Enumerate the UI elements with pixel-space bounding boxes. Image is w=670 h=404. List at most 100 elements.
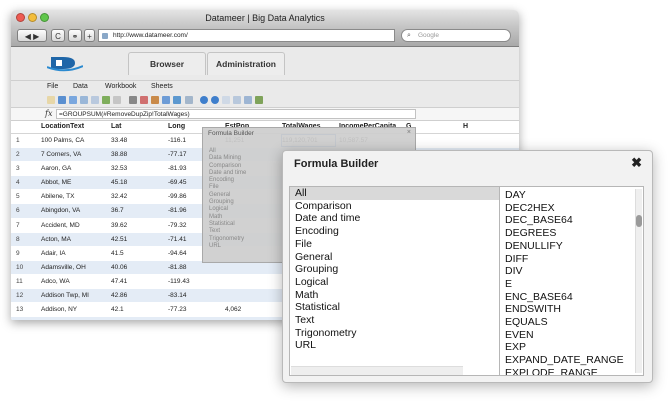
search-field[interactable]: ⌕ Google — [401, 29, 511, 42]
table-cell[interactable]: 32.53 — [111, 162, 127, 175]
table-cell[interactable]: Aaron, GA — [41, 162, 71, 175]
function-item[interactable]: E — [500, 278, 643, 291]
url-bar[interactable]: http://www.datameer.com/ — [98, 29, 395, 42]
table-cell[interactable]: 39.62 — [111, 219, 127, 232]
table-cell[interactable]: -69.45 — [168, 176, 186, 189]
column-header[interactable]: LocationText — [41, 121, 84, 133]
table-cell[interactable]: Abbot, ME — [41, 176, 71, 189]
details-icon[interactable] — [233, 96, 241, 104]
function-item[interactable]: DENULLIFY — [500, 240, 643, 253]
menu-sheets[interactable]: Sheets — [151, 81, 173, 93]
function-item[interactable]: DIFF — [500, 253, 643, 266]
category-item[interactable]: File — [290, 238, 500, 251]
close-icon[interactable]: ✖ — [631, 155, 642, 171]
category-item[interactable]: Encoding — [290, 225, 500, 238]
table-cell[interactable]: Accident, MD — [41, 219, 80, 232]
table-cell[interactable]: -116.1 — [168, 134, 186, 147]
filter-icon[interactable] — [129, 96, 137, 104]
table-cell[interactable]: 100 Palms, CA — [41, 134, 84, 147]
table-cell[interactable]: 33.48 — [111, 134, 127, 147]
menu-file[interactable]: File — [47, 81, 58, 93]
bookmark-button[interactable]: ⚭ — [68, 29, 82, 42]
table-cell[interactable]: -77.17 — [168, 148, 186, 161]
union-icon[interactable] — [185, 96, 193, 104]
info-icon[interactable] — [200, 96, 208, 104]
category-item[interactable]: Grouping — [290, 263, 500, 276]
list-icon[interactable] — [244, 96, 252, 104]
table-cell[interactable]: -73.25 — [168, 317, 186, 320]
function-scrollbar[interactable] — [635, 189, 642, 373]
table-cell[interactable]: -119.43 — [168, 275, 190, 288]
table-cell[interactable]: 41.5 — [111, 247, 124, 260]
add-bookmark-button[interactable]: + — [84, 29, 95, 42]
table-cell[interactable]: Adair, IA — [41, 247, 66, 260]
category-item[interactable]: URL — [290, 339, 500, 352]
table-cell[interactable]: -71.41 — [168, 233, 186, 246]
function-item[interactable]: DEC_BASE64 — [500, 214, 643, 227]
function-item[interactable]: ENC_BASE64 — [500, 291, 643, 304]
category-scrollbar[interactable] — [291, 366, 463, 375]
sort-icon[interactable] — [151, 96, 159, 104]
menu-workbook[interactable]: Workbook — [105, 81, 136, 93]
zoom-window-button[interactable] — [40, 13, 49, 22]
export-icon[interactable] — [102, 96, 110, 104]
category-item[interactable]: Text — [290, 314, 500, 327]
function-item[interactable]: DAY — [500, 189, 643, 202]
table-cell[interactable]: -83.14 — [168, 289, 186, 302]
category-list[interactable]: All Comparison Date and time Encoding File Ge… — [289, 186, 501, 376]
function-item[interactable]: DEGREES — [500, 227, 643, 240]
category-item[interactable]: Statistical — [290, 301, 500, 314]
table-cell[interactable]: 5,045 — [225, 317, 241, 320]
table-cell[interactable]: 4,062 — [225, 303, 241, 316]
table-cell[interactable]: 45.18 — [111, 176, 127, 189]
function-item[interactable]: EXPAND_DATE_RANGE — [500, 354, 643, 367]
table-cell[interactable]: -81.88 — [168, 261, 186, 274]
join-icon[interactable] — [173, 96, 181, 104]
function-item[interactable]: EQUALS — [500, 316, 643, 329]
category-item[interactable]: General — [290, 251, 500, 264]
table-cell[interactable]: -81.93 — [168, 162, 186, 175]
minimize-window-button[interactable] — [28, 13, 37, 22]
table-cell[interactable]: 44.16 — [111, 317, 127, 320]
tab-administration[interactable]: Administration — [207, 52, 285, 75]
reload-button[interactable]: C — [51, 29, 65, 42]
preview-icon[interactable] — [222, 96, 230, 104]
category-item[interactable]: Trigonometry — [290, 327, 500, 340]
run-icon[interactable] — [211, 96, 219, 104]
table-cell[interactable]: Addison Twp, MI — [41, 289, 89, 302]
table-cell[interactable]: Acton, MA — [41, 233, 71, 246]
fx-icon[interactable]: fx — [45, 109, 52, 118]
table-cell[interactable]: -81.96 — [168, 204, 186, 217]
function-item[interactable]: ENDSWITH — [500, 303, 643, 316]
back-forward-button[interactable]: ◀ ▶ — [17, 29, 47, 42]
table-cell[interactable]: 42.51 — [111, 233, 127, 246]
group-icon[interactable] — [162, 96, 170, 104]
table-cell[interactable]: 36.7 — [111, 204, 124, 217]
function-list[interactable]: DAY DEC2HEX DEC_BASE64 DEGREES DENULLIFY DIFF… — [499, 186, 644, 376]
function-item[interactable]: EXP — [500, 341, 643, 354]
function-item[interactable]: EXPLODE_RANGE — [500, 367, 643, 375]
save-icon[interactable] — [58, 96, 66, 104]
table-cell[interactable]: -94.64 — [168, 247, 186, 260]
formula-input[interactable]: =GROUPSUM(#RemoveDupZip!TotalWages) — [56, 109, 416, 119]
function-item[interactable]: EVEN — [500, 329, 643, 342]
tab-browser[interactable]: Browser — [128, 52, 206, 75]
table-cell[interactable]: Abingdon, VA — [41, 204, 80, 217]
table-cell[interactable]: 42.86 — [111, 289, 127, 302]
new-icon[interactable] — [47, 96, 55, 104]
column-header[interactable]: H — [463, 121, 468, 133]
category-item[interactable]: All — [290, 187, 500, 200]
category-item[interactable]: Date and time — [290, 212, 500, 225]
table-cell[interactable]: 40.06 — [111, 261, 127, 274]
remove-icon[interactable] — [140, 96, 148, 104]
table-cell[interactable]: Addison, VT — [41, 317, 76, 320]
table-cell[interactable]: 42.1 — [111, 303, 124, 316]
copy-icon[interactable] — [80, 96, 88, 104]
table-cell[interactable]: 32.42 — [111, 190, 127, 203]
category-item[interactable]: Comparison — [290, 200, 500, 213]
table-cell[interactable]: 7 Corners, VA — [41, 148, 81, 161]
table-cell[interactable]: Adco, WA — [41, 275, 70, 288]
table-cell[interactable]: Abilene, TX — [41, 190, 74, 203]
function-item[interactable]: DEC2HEX — [500, 202, 643, 215]
table-cell[interactable]: 38.88 — [111, 148, 127, 161]
